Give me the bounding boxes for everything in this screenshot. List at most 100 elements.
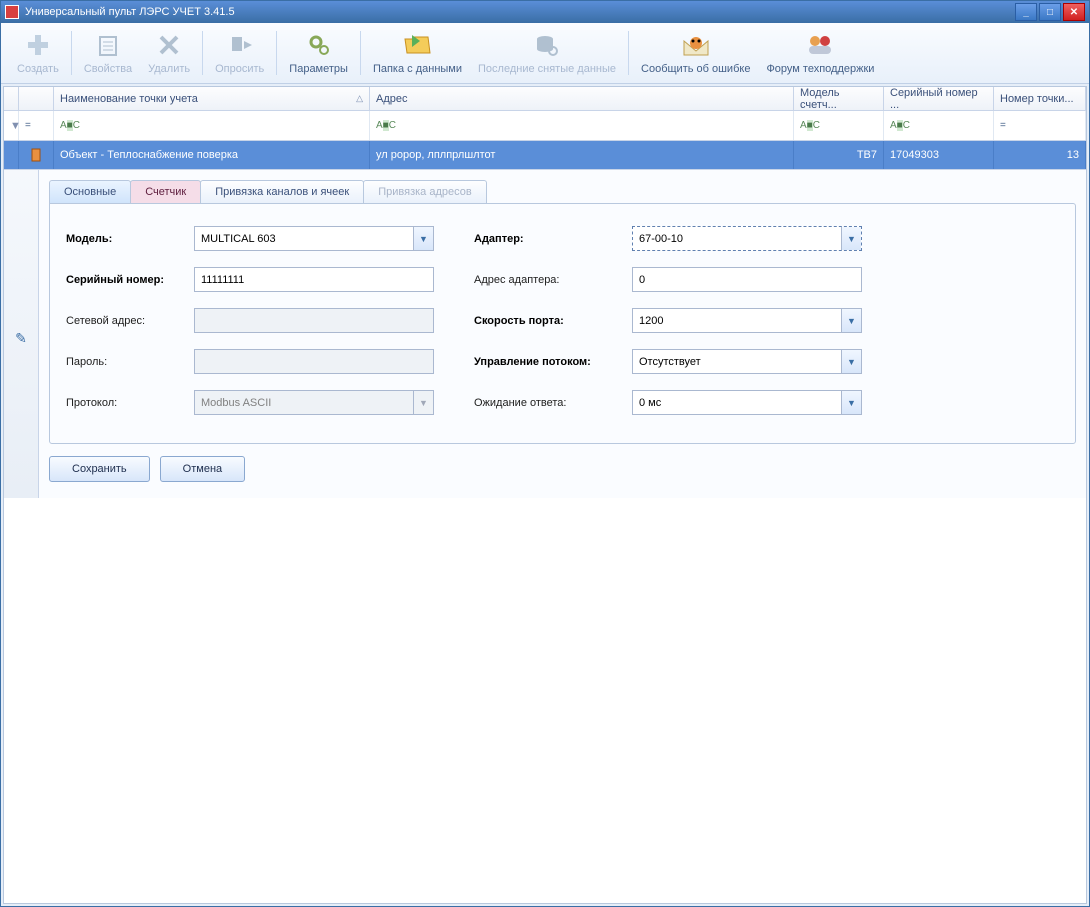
adapter-select[interactable]: 67-00-10 ▼ [632,226,862,251]
form-col-right: Адаптер: 67-00-10 ▼ Адрес адаптера: 0 [474,226,862,415]
sort-asc-icon: △ [356,93,363,104]
tab-addresses[interactable]: Привязка адресов [363,180,486,203]
toolbar-label: Создать [17,63,59,75]
plus-icon [22,29,54,61]
model-select[interactable]: MULTICAL 603 ▼ [194,226,434,251]
toolbar-label: Сообщить об ошибке [641,63,750,75]
netaddr-label: Сетевой адрес: [66,315,186,327]
filter-op: = [25,120,31,131]
forum-button[interactable]: Форум техподдержки [758,27,882,79]
create-button[interactable]: Создать [9,27,67,79]
tabstrip: Основные Счетчик Привязка каналов и ячее… [49,180,1076,203]
bug-mail-icon [680,29,712,61]
delete-icon [153,29,185,61]
toolbar-label: Удалить [148,63,190,75]
filter-serial[interactable]: A■C [884,111,994,140]
abc-icon: A■C [890,120,910,131]
field-value: MULTICAL 603 [201,233,276,245]
properties-button[interactable]: Свойства [76,27,140,79]
data-grid: Наименование точки учета △ Адрес Модель … [3,86,1087,904]
portspeed-select[interactable]: 1200 ▼ [632,308,862,333]
titlebar: Универсальный пульт ЛЭРС УЧЕТ 3.41.5 _ □… [1,1,1089,23]
col-serial[interactable]: Серийный номер ... [884,87,994,110]
users-icon [804,29,836,61]
chevron-down-icon[interactable]: ▼ [841,350,861,373]
toolbar: Создать Свойства Удалить Опросить [1,23,1089,84]
field-value: 0 мс [639,397,661,409]
filter-funnel[interactable]: ▼ [4,111,19,140]
minimize-button[interactable]: _ [1015,3,1037,21]
cell-address: ул ророр, лплпрлшлтот [370,141,794,169]
folder-icon [401,29,433,61]
delete-button[interactable]: Удалить [140,27,198,79]
tab-meter[interactable]: Счетчик [130,180,201,203]
cell-model: ТВ7 [794,141,884,169]
notepad-icon [92,29,124,61]
chevron-down-icon[interactable]: ▼ [841,309,861,332]
grid-row-selected[interactable]: Объект - Теплоснабжение поверка ул ророр… [4,141,1086,169]
filter-eq[interactable]: = [19,111,54,140]
serial-input[interactable]: 11111111 [194,267,434,292]
cancel-button[interactable]: Отмена [160,456,245,482]
toolbar-label: Свойства [84,63,132,75]
toolbar-label: Форум техподдержки [766,63,874,75]
filter-pointnum[interactable]: = [994,111,1086,140]
reportbug-button[interactable]: Сообщить об ошибке [633,27,758,79]
maximize-button[interactable]: □ [1039,3,1061,21]
datafolder-button[interactable]: Папка с данными [365,27,470,79]
flowctrl-select[interactable]: Отсутствует ▼ [632,349,862,374]
form-col-left: Модель: MULTICAL 603 ▼ Серийный номер: 1… [66,226,434,415]
grid-header: Наименование точки учета △ Адрес Модель … [4,87,1086,111]
field-value: Modbus ASCII [201,397,271,409]
poll-button[interactable]: Опросить [207,27,272,79]
password-input [194,349,434,374]
filter-op: = [1000,120,1006,131]
col-name[interactable]: Наименование точки учета △ [54,87,370,110]
field-value: 1200 [639,315,663,327]
gear-icon [303,29,335,61]
grid-empty-space [4,498,1086,903]
abc-icon: A■C [800,120,820,131]
col-pointnum[interactable]: Номер точки... [994,87,1086,110]
adapter-addr-input[interactable]: 0 [632,267,862,292]
app-icon [5,5,19,19]
filter-model[interactable]: A■C [794,111,884,140]
chevron-down-icon[interactable]: ▼ [413,227,433,250]
filter-address[interactable]: A■C [370,111,794,140]
button-row: Сохранить Отмена [49,456,1076,482]
tab-label: Привязка каналов и ячеек [215,186,349,198]
poll-icon [224,29,256,61]
adapter-addr-label: Адрес адаптера: [474,274,624,286]
detail-content: Основные Счетчик Привязка каналов и ячее… [39,170,1086,498]
close-button[interactable]: ✕ [1063,3,1085,21]
chevron-down-icon[interactable]: ▼ [841,391,861,414]
tab-channels[interactable]: Привязка каналов и ячеек [200,180,364,203]
detail-gutter: ✎ [4,170,39,498]
field-value: 11111111 [201,274,244,286]
field-value: 67-00-10 [639,233,683,245]
params-button[interactable]: Параметры [281,27,356,79]
toolbar-label: Параметры [289,63,348,75]
col-label: Наименование точки учета [60,93,198,105]
flowctrl-label: Управление потоком: [474,356,624,368]
tab-label: Счетчик [145,186,186,198]
model-label: Модель: [66,233,186,245]
abc-icon: A■C [376,120,396,131]
button-label: Сохранить [72,463,127,475]
save-button[interactable]: Сохранить [49,456,150,482]
filter-name[interactable]: A■C [54,111,370,140]
form-panel: Модель: MULTICAL 603 ▼ Серийный номер: 1… [49,203,1076,444]
chevron-down-icon[interactable]: ▼ [841,227,861,250]
grid-indicator-col[interactable] [19,87,54,110]
col-address[interactable]: Адрес [370,87,794,110]
toolbar-label: Последние снятые данные [478,63,616,75]
tab-main[interactable]: Основные [49,180,131,203]
timeout-select[interactable]: 0 мс ▼ [632,390,862,415]
field-value: Отсутствует [639,356,701,368]
database-search-icon [531,29,563,61]
col-model[interactable]: Модель счетч... [794,87,884,110]
password-label: Пароль: [66,356,186,368]
col-label: Модель счетч... [800,87,877,111]
lastdata-button[interactable]: Последние снятые данные [470,27,624,79]
button-label: Отмена [183,463,222,475]
